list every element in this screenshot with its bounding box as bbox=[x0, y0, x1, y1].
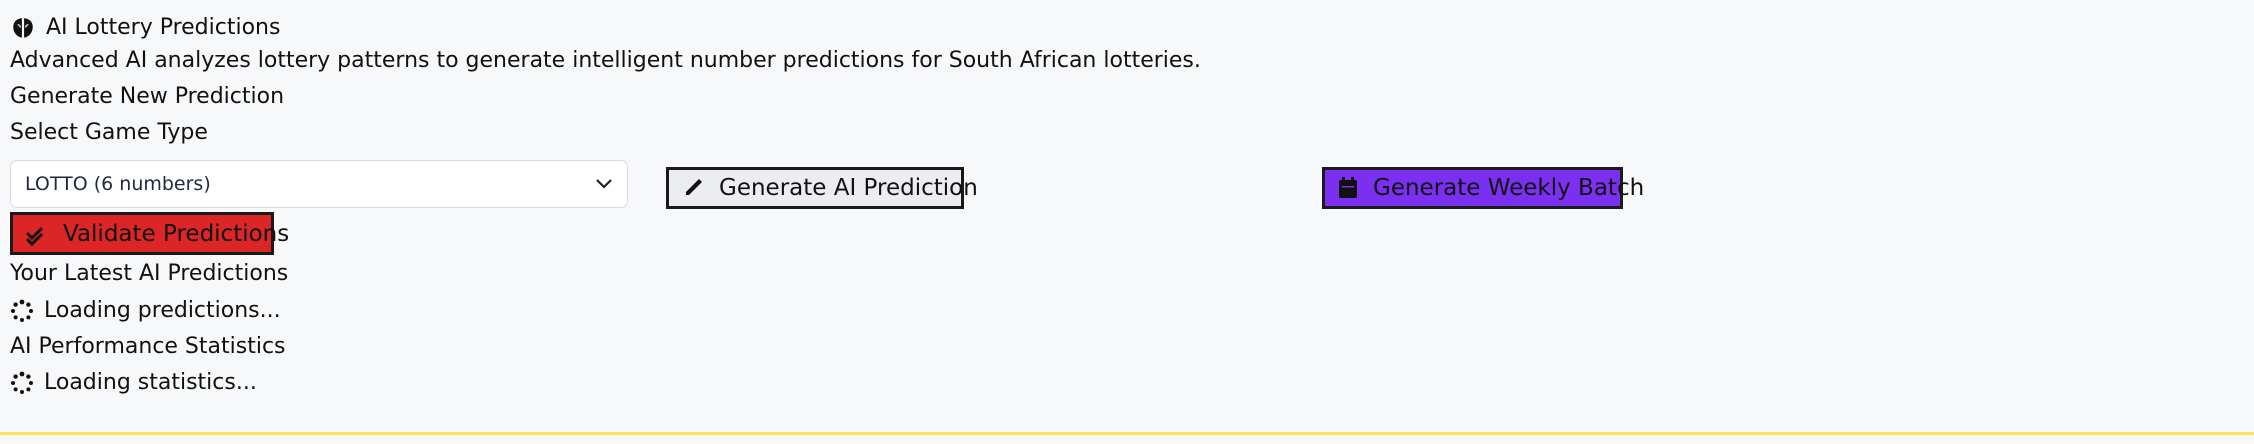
page-description: Advanced AI analyzes lottery patterns to… bbox=[10, 48, 1201, 73]
game-type-value: LOTTO (6 numbers) bbox=[25, 173, 211, 195]
pencil-icon bbox=[681, 176, 705, 200]
page-title-row: AI Lottery Predictions bbox=[10, 15, 280, 41]
performance-stats-title: AI Performance Statistics bbox=[10, 334, 286, 359]
page-title: AI Lottery Predictions bbox=[46, 15, 281, 40]
generate-ai-prediction-label: Generate AI Prediction bbox=[719, 175, 978, 201]
calendar-icon bbox=[1337, 176, 1359, 200]
validate-predictions-button[interactable]: Validate Predictions bbox=[10, 212, 289, 255]
generate-section-title: Generate New Prediction bbox=[10, 84, 285, 109]
spinner-icon bbox=[10, 299, 34, 323]
predictions-loading-label: Loading predictions... bbox=[44, 298, 281, 323]
latest-predictions-title: Your Latest AI Predictions bbox=[10, 261, 289, 286]
brain-icon bbox=[10, 15, 36, 41]
validate-predictions-label: Validate Predictions bbox=[63, 220, 290, 247]
spinner-icon bbox=[10, 371, 34, 395]
generate-ai-prediction-button[interactable]: Generate AI Prediction bbox=[666, 167, 978, 209]
stats-loading: Loading statistics... bbox=[10, 371, 257, 395]
predictions-loading: Loading predictions... bbox=[10, 299, 281, 323]
chevron-down-icon bbox=[595, 178, 613, 190]
bottom-divider bbox=[0, 432, 2254, 435]
double-check-icon bbox=[25, 222, 49, 246]
generate-weekly-batch-label: Generate Weekly Batch bbox=[1373, 175, 1645, 201]
generate-weekly-batch-button[interactable]: Generate Weekly Batch bbox=[1322, 167, 1644, 209]
game-type-select[interactable]: LOTTO (6 numbers) bbox=[10, 160, 628, 208]
stats-loading-label: Loading statistics... bbox=[44, 370, 257, 395]
select-game-label: Select Game Type bbox=[10, 120, 208, 145]
